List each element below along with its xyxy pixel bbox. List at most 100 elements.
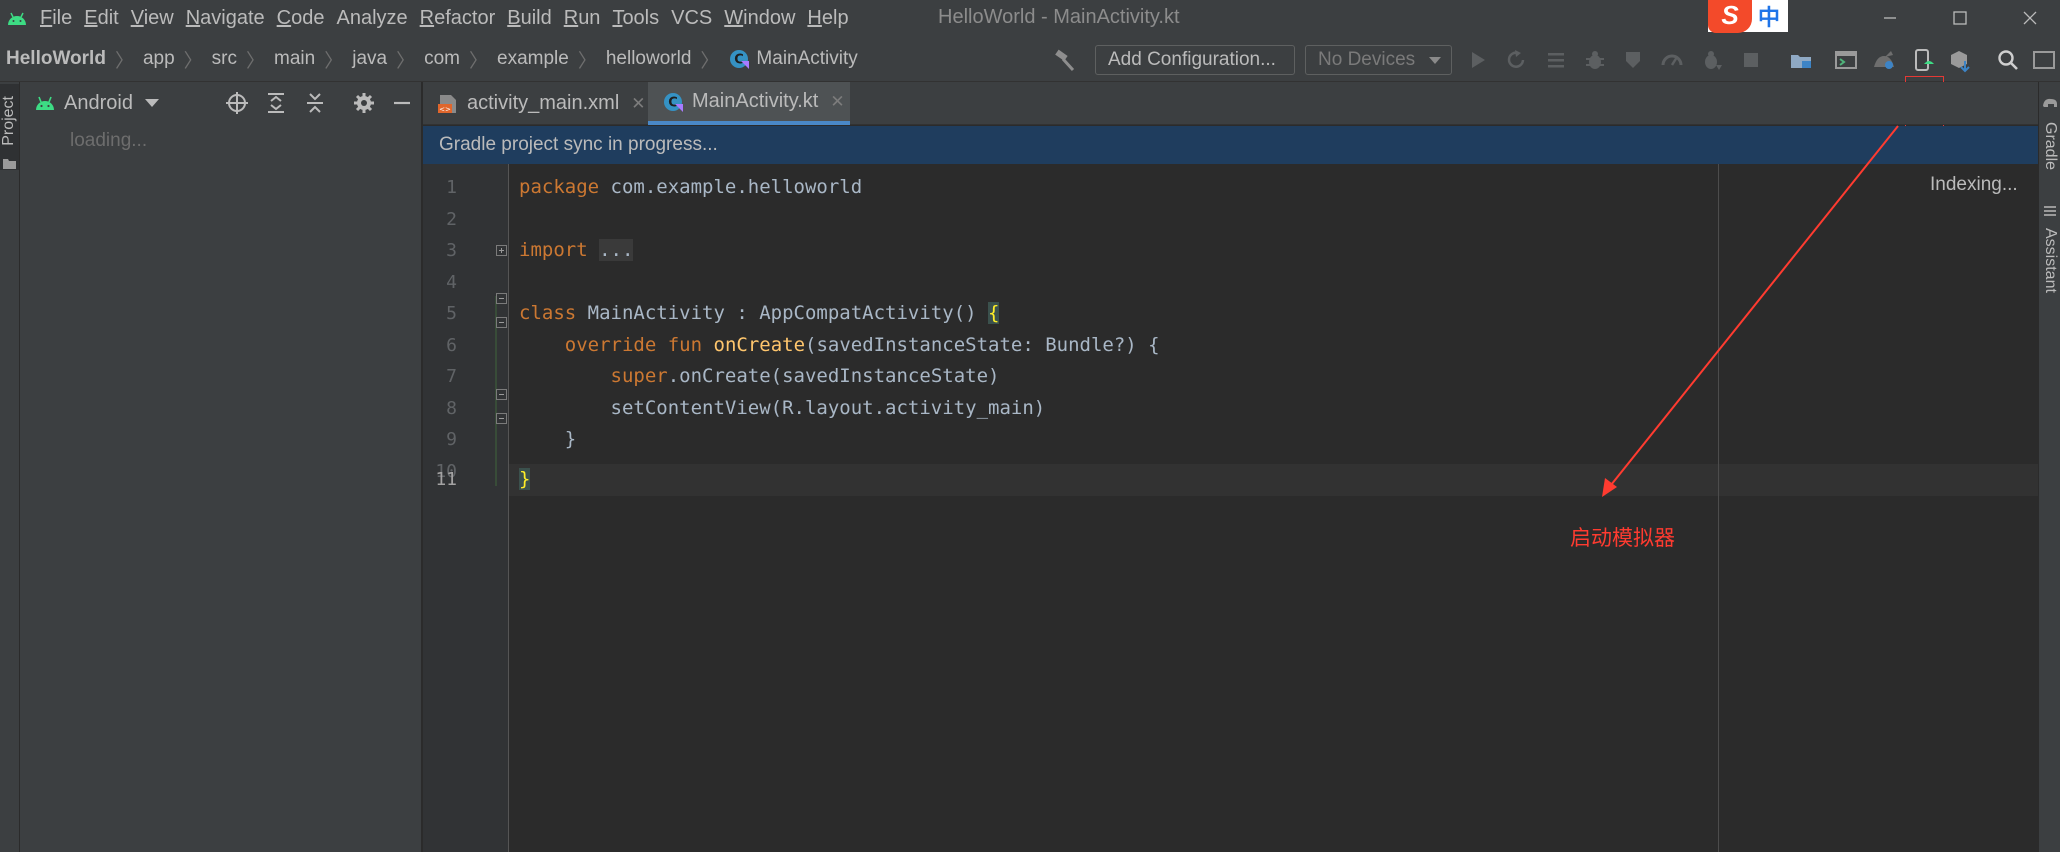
gradle-sync-banner: Gradle project sync in progress... <box>423 126 2038 164</box>
menu-item-view[interactable]: View <box>125 0 180 36</box>
device-manager-icon[interactable] <box>1947 47 1973 73</box>
folder-icon <box>3 159 16 169</box>
gear-icon[interactable] <box>351 90 377 116</box>
device-selector-label: No Devices <box>1318 49 1416 70</box>
line-number: 5 <box>446 303 457 324</box>
maximize-window-button[interactable] <box>1925 0 1995 36</box>
breadcrumb-item-mainactivity[interactable]: MainActivity <box>756 48 857 70</box>
device-selector[interactable]: No Devices <box>1305 45 1452 75</box>
fold-toggle-icon[interactable] <box>496 389 507 400</box>
menu-item-edit[interactable]: Edit <box>78 0 124 36</box>
menu-item-code[interactable]: Code <box>271 0 331 36</box>
menu-item-refactor[interactable]: Refactor <box>414 0 502 36</box>
profile-icon[interactable] <box>1620 47 1646 73</box>
assistant-list-icon <box>2044 206 2056 216</box>
menu-item-navigate[interactable]: Navigate <box>180 0 271 36</box>
tab-activity-main-xml[interactable]: <> activity_main.xml ✕ <box>423 82 648 125</box>
breadcrumb-item-app[interactable]: app <box>143 48 175 70</box>
fold-toggle-icon[interactable] <box>496 317 507 328</box>
avd-manager-icon[interactable] <box>1911 47 1937 73</box>
attach-process-icon[interactable] <box>1699 47 1725 73</box>
menu-label: uild <box>520 7 552 29</box>
add-configuration-button[interactable]: Add Configuration... <box>1095 45 1295 75</box>
menu-mnemonic: N <box>185 7 201 29</box>
build-hammer-icon[interactable] <box>1052 47 1078 73</box>
search-icon[interactable] <box>1995 47 2021 73</box>
settings-icon[interactable] <box>2031 47 2057 73</box>
menu-item-help[interactable]: Help <box>801 0 854 36</box>
sogou-ime-icon: S <box>1708 0 1752 33</box>
rerun-icon[interactable] <box>1503 47 1529 73</box>
right-margin-guide <box>1718 164 1719 852</box>
collapse-all-icon[interactable] <box>302 90 328 116</box>
debug-icon[interactable] <box>1582 47 1608 73</box>
breadcrumb-separator: 〉 <box>246 50 266 72</box>
breadcrumb-item-java[interactable]: java <box>352 48 387 70</box>
ime-indicator[interactable]: S 中 <box>1708 0 1788 33</box>
menu-label: dit <box>97 7 119 29</box>
menu-label: ile <box>52 7 73 29</box>
gradle-elephant-icon <box>2043 98 2057 107</box>
breadcrumb-item-example[interactable]: example <box>497 48 569 70</box>
gradle-tool-window-tab[interactable]: Gradle <box>2041 122 2059 170</box>
fold-toggle-icon[interactable] <box>496 245 507 256</box>
code-line-6: class MainActivity : AppCompatActivity()… <box>519 302 1000 324</box>
menu-item-window[interactable]: Window <box>718 0 801 36</box>
project-tab-label: Project <box>0 96 17 146</box>
android-studio-logo-icon <box>0 0 34 36</box>
menu-label: un <box>578 7 601 29</box>
project-structure-icon[interactable] <box>1833 47 1859 73</box>
menu-item-file[interactable]: File <box>34 0 78 36</box>
menu-label: avigate <box>200 7 265 29</box>
current-line-highlight <box>509 464 2038 496</box>
folded-imports[interactable]: ... <box>599 239 634 261</box>
stop-icon[interactable] <box>1738 47 1764 73</box>
menu-item-analyze[interactable]: Analyze <box>330 0 413 36</box>
tab-mainactivity-kt[interactable]: C MainActivity.kt ✕ <box>648 82 850 125</box>
menu-item-tools[interactable]: Tools <box>606 0 665 36</box>
menu-mnemonic: W <box>724 7 744 29</box>
fold-toggle-icon[interactable] <box>496 293 507 304</box>
menu-item-vcs[interactable]: VCS <box>665 0 718 36</box>
run-icon[interactable] <box>1465 47 1491 73</box>
kotlin-class-icon: C <box>664 92 683 112</box>
menu-label: efactor <box>434 7 496 29</box>
hide-panel-icon[interactable] <box>389 90 415 116</box>
close-tab-icon[interactable]: ✕ <box>631 94 645 114</box>
breadcrumb-separator: 〉 <box>114 50 134 72</box>
close-window-button[interactable] <box>1995 0 2060 36</box>
breadcrumb-item-helloworld[interactable]: helloworld <box>606 48 692 70</box>
code-line-10: } <box>564 428 577 450</box>
window-title: HelloWorld - MainActivity.kt <box>938 6 1180 28</box>
code-line-7: override fun onCreate(savedInstanceState… <box>564 333 1160 356</box>
apply-changes-icon[interactable] <box>1543 47 1569 73</box>
line-number: 3 <box>446 240 457 261</box>
line-number: 7 <box>446 366 457 387</box>
breadcrumb-item-project[interactable]: HelloWorld <box>6 48 106 70</box>
project-view-selector[interactable]: Android <box>64 92 133 115</box>
expand-all-icon[interactable] <box>263 90 289 116</box>
assistant-tool-window-tab[interactable]: Assistant <box>2041 228 2059 293</box>
left-tool-stripe: Project <box>0 82 20 852</box>
attach-debugger-icon[interactable] <box>1659 47 1685 73</box>
fold-toggle-icon[interactable] <box>496 413 507 424</box>
breadcrumb-item-main[interactable]: main <box>274 48 315 70</box>
breadcrumb-separator: 〉 <box>324 50 344 72</box>
code-line-1: package com.example.helloworld <box>519 176 863 198</box>
locate-file-icon[interactable] <box>224 90 250 116</box>
project-tool-window-tab[interactable]: Project <box>0 84 19 170</box>
breadcrumb-item-src[interactable]: src <box>212 48 237 70</box>
code-editor[interactable]: 1 2 3 4 5 6 7 8 9 10 11 package com.exam… <box>423 164 2038 852</box>
menu-item-build[interactable]: Build <box>501 0 557 36</box>
sdk-manager-icon[interactable] <box>1871 47 1897 73</box>
line-number: 2 <box>446 208 457 230</box>
chevron-down-icon[interactable] <box>144 99 159 107</box>
sync-project-icon[interactable] <box>1788 47 1814 73</box>
line-number: 1 <box>446 177 457 198</box>
close-tab-icon[interactable]: ✕ <box>830 92 844 112</box>
menu-item-run[interactable]: Run <box>558 0 607 36</box>
indexing-status: Indexing... <box>1930 174 2018 195</box>
minimize-window-button[interactable] <box>1855 0 1925 36</box>
breadcrumb-item-com[interactable]: com <box>424 48 460 70</box>
breadcrumb-separator: 〉 <box>396 50 416 72</box>
